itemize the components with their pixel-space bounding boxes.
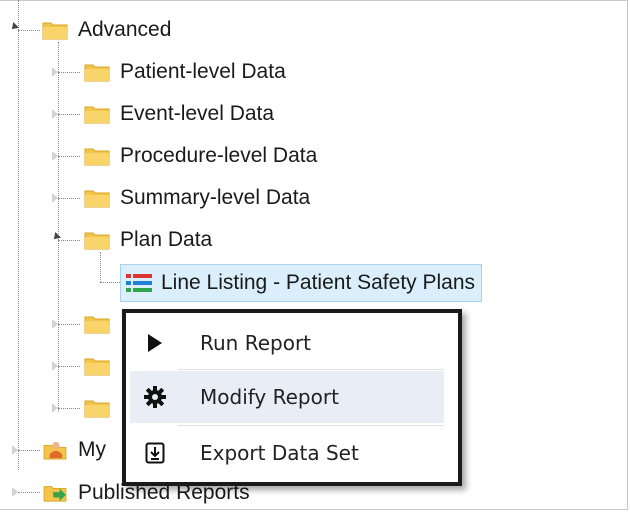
- tree-node-folder[interactable]: [84, 307, 120, 341]
- tree-node-summary-level-data[interactable]: Summary-level Data: [84, 181, 310, 215]
- tree-line: [58, 366, 80, 367]
- tree-line: [58, 324, 80, 325]
- tree-line: [18, 492, 40, 493]
- expand-toggle[interactable]: [12, 445, 18, 455]
- tree-line: [58, 408, 80, 409]
- expand-toggle[interactable]: [52, 193, 58, 203]
- tree-line: [58, 156, 80, 157]
- tree-node-label: Line Listing - Patient Safety Plans: [161, 271, 476, 294]
- tree-node-patient-level-data[interactable]: Patient-level Data: [84, 55, 286, 89]
- tree-node-folder[interactable]: [84, 349, 120, 383]
- published-reports-icon: [43, 486, 67, 502]
- gear-icon: [130, 386, 180, 408]
- tree-line: [58, 198, 80, 199]
- expand-toggle[interactable]: [52, 403, 58, 413]
- expand-toggle[interactable]: [52, 67, 58, 77]
- folder-icon: [84, 148, 110, 166]
- menu-item-label: Run Report: [200, 331, 312, 355]
- menu-item-label: Export Data Set: [200, 441, 359, 465]
- folder-icon: [84, 358, 110, 376]
- tree-line: [18, 30, 40, 31]
- menu-item-modify-report[interactable]: Modify Report: [130, 371, 444, 423]
- line-listing-icon: [126, 274, 152, 292]
- tree-line: [58, 240, 80, 241]
- tree-node-line-listing-report[interactable]: Line Listing - Patient Safety Plans: [120, 264, 483, 302]
- tree-node-folder[interactable]: [84, 391, 120, 425]
- tree-node-label: Plan Data: [120, 228, 213, 251]
- menu-divider: [178, 369, 444, 370]
- tree-node-label: Patient-level Data: [120, 60, 286, 83]
- expand-toggle[interactable]: [52, 319, 58, 329]
- tree-line: [100, 282, 120, 283]
- tree-line: [18, 450, 40, 451]
- menu-item-run-report[interactable]: Run Report: [130, 317, 444, 369]
- expand-toggle[interactable]: [52, 109, 58, 119]
- export-icon: [130, 442, 180, 464]
- tree-line: [18, 0, 19, 470]
- expand-toggle[interactable]: [12, 487, 18, 497]
- menu-item-label: Modify Report: [200, 385, 339, 409]
- folder-icon: [84, 64, 110, 82]
- expand-toggle[interactable]: [52, 151, 58, 161]
- context-menu: Run Report Modify Report Export Data Set: [122, 309, 462, 486]
- folder-icon: [84, 232, 110, 250]
- tree-node-event-level-data[interactable]: Event-level Data: [84, 97, 274, 131]
- tree-line: [58, 72, 80, 73]
- tree-node-advanced[interactable]: Advanced: [42, 13, 171, 47]
- tree-node-plan-data[interactable]: Plan Data: [84, 223, 212, 257]
- tree-node-label: Event-level Data: [120, 102, 275, 125]
- tree-node-procedure-level-data[interactable]: Procedure-level Data: [84, 139, 317, 173]
- tree-node-label: My: [78, 438, 106, 461]
- tree-node-my-reports[interactable]: My: [42, 433, 106, 467]
- folder-icon: [84, 190, 110, 208]
- play-icon: [130, 333, 180, 353]
- tree-line: [58, 42, 59, 412]
- my-reports-icon: [43, 441, 67, 460]
- menu-divider: [178, 425, 444, 426]
- menu-item-export-data-set[interactable]: Export Data Set: [130, 427, 444, 479]
- tree-node-label: Advanced: [78, 18, 172, 41]
- expand-toggle[interactable]: [52, 361, 58, 371]
- folder-icon: [84, 316, 110, 334]
- tree-node-label: Summary-level Data: [120, 186, 311, 209]
- folder-icon: [42, 22, 68, 40]
- tree-node-label: Procedure-level Data: [120, 144, 318, 167]
- folder-icon: [84, 400, 110, 418]
- folder-icon: [84, 106, 110, 124]
- tree-line: [58, 114, 80, 115]
